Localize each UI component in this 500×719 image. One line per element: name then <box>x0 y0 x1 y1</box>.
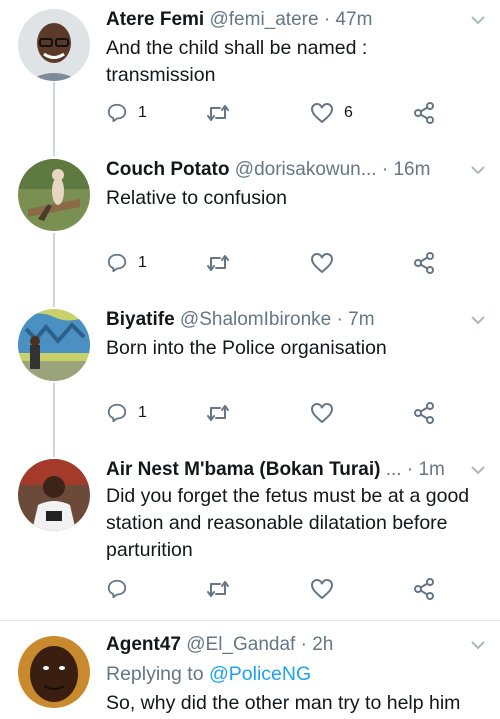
tweet-text: Born into the Police organisation <box>106 337 387 359</box>
heart-icon <box>311 579 333 599</box>
avatar[interactable] <box>18 9 90 81</box>
reply-button[interactable] <box>106 577 128 601</box>
replying-to-label: Replying to <box>106 663 209 685</box>
retweet-icon <box>207 405 229 421</box>
retweet-icon <box>207 581 229 597</box>
divider <box>0 620 500 621</box>
share-button[interactable] <box>412 101 436 125</box>
author-handle[interactable]: ... <box>386 459 402 480</box>
timestamp[interactable]: · 47m <box>324 9 373 30</box>
share-button[interactable] <box>412 577 436 601</box>
chevron-down-icon[interactable] <box>470 464 486 476</box>
avatar[interactable] <box>18 159 90 231</box>
tweet-actions: 1 6 <box>106 101 446 125</box>
heart-icon <box>311 103 333 123</box>
heart-icon <box>311 403 333 423</box>
tweet[interactable]: Air Nest M'bama (Bokan Turai) ... · 1m D… <box>0 455 500 615</box>
chevron-down-icon[interactable] <box>470 164 486 176</box>
like-button[interactable] <box>310 401 334 425</box>
share-icon <box>414 102 434 124</box>
reply-icon <box>107 253 127 273</box>
author-handle[interactable]: @El_Gandaf <box>186 634 295 655</box>
reply-button[interactable]: 1 <box>106 101 147 125</box>
retweet-icon <box>207 255 229 271</box>
share-icon <box>414 402 434 424</box>
tweet-actions: 1 <box>106 401 446 425</box>
avatar[interactable] <box>18 636 90 708</box>
reply-button[interactable]: 1 <box>106 251 147 275</box>
retweet-button[interactable] <box>206 101 230 125</box>
timestamp[interactable]: · 1m <box>407 459 445 480</box>
author-handle[interactable]: @femi_atere <box>209 9 318 30</box>
timestamp[interactable]: · 7m <box>337 309 375 330</box>
avatar[interactable] <box>18 309 90 381</box>
reply-count: 1 <box>138 254 147 271</box>
chevron-down-icon[interactable] <box>470 14 486 26</box>
author-name[interactable]: Couch Potato <box>106 159 230 180</box>
share-button[interactable] <box>412 251 436 275</box>
tweet-text: Did you forget the fetus must be at a go… <box>106 485 470 561</box>
tweet[interactable]: Couch Potato @dorisakowun... · 16m Relat… <box>0 155 500 295</box>
retweet-button[interactable] <box>206 401 230 425</box>
author-name[interactable]: Agent47 <box>106 634 181 655</box>
tweet[interactable]: Biyatife @ShalomIbironke · 7m Born into … <box>0 305 500 445</box>
tweet-text: And the child shall be named : transmiss… <box>106 37 368 86</box>
timestamp[interactable]: · 16m <box>382 159 431 180</box>
share-button[interactable] <box>412 401 436 425</box>
chevron-down-icon[interactable] <box>470 639 486 651</box>
like-button[interactable] <box>310 577 334 601</box>
reply-count: 1 <box>138 104 147 121</box>
author-name[interactable]: Air Nest M'bama (Bokan Turai) <box>106 459 380 480</box>
share-icon <box>414 252 434 274</box>
reply-icon <box>107 403 127 423</box>
like-button[interactable] <box>310 251 334 275</box>
like-count: 6 <box>344 104 353 121</box>
share-icon <box>414 578 434 600</box>
retweet-icon <box>207 105 229 121</box>
reply-button[interactable]: 1 <box>106 401 147 425</box>
reply-count: 1 <box>138 404 147 421</box>
reply-icon <box>107 579 127 599</box>
reply-icon <box>107 103 127 123</box>
tweet[interactable]: Atere Femi @femi_atere · 47m And the chi… <box>0 5 500 145</box>
retweet-button[interactable] <box>206 251 230 275</box>
reply-target-link[interactable]: @PoliceNG <box>209 663 311 685</box>
author-handle[interactable]: @dorisakowun... <box>235 159 377 180</box>
tweet-text: So, why did the other man try to help hi… <box>106 692 461 714</box>
tweet-text: Relative to confusion <box>106 187 288 209</box>
tweet-actions: 1 <box>106 251 446 275</box>
author-name[interactable]: Atere Femi <box>106 9 204 30</box>
retweet-button[interactable] <box>206 577 230 601</box>
replying-to: Replying to @PoliceNG <box>106 661 311 688</box>
author-name[interactable]: Biyatife <box>106 309 175 330</box>
timestamp[interactable]: · 2h <box>301 634 334 655</box>
tweet-actions <box>106 577 446 601</box>
like-button[interactable]: 6 <box>310 101 353 125</box>
tweet[interactable]: Agent47 @El_Gandaf · 2h Replying to @Pol… <box>0 630 500 719</box>
chevron-down-icon[interactable] <box>470 314 486 326</box>
author-handle[interactable]: @ShalomIbironke <box>180 309 331 330</box>
avatar[interactable] <box>18 459 90 531</box>
heart-icon <box>311 253 333 273</box>
